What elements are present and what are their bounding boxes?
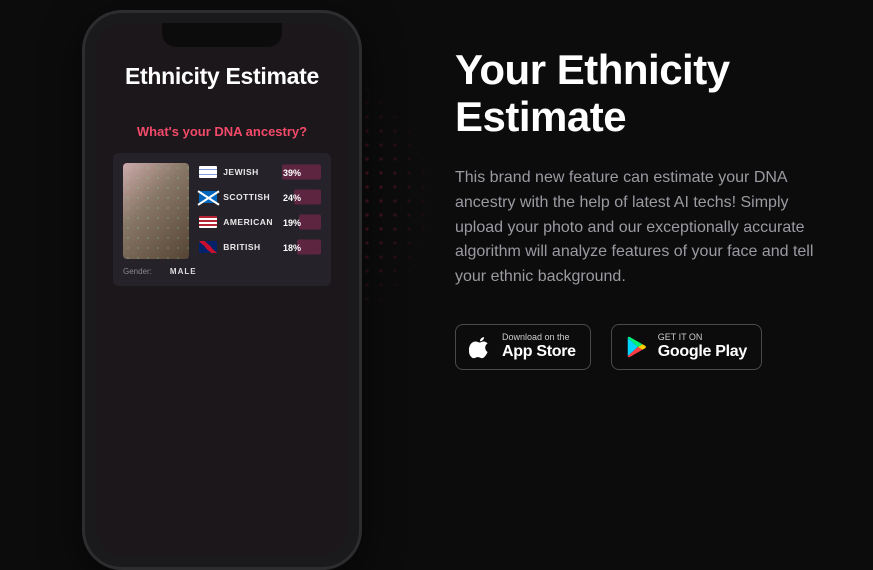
ethnicity-name: BRITISH — [223, 242, 273, 252]
flag-icon — [199, 216, 217, 228]
ethnicity-percent: 39% — [279, 166, 305, 180]
apple-icon — [468, 334, 492, 360]
page-description: This brand new feature can estimate your… — [455, 166, 835, 290]
ethnicity-percent: 18% — [279, 241, 305, 255]
ethnicity-percent: 24% — [279, 191, 305, 205]
google-play-button[interactable]: GET IT ON Google Play — [611, 324, 762, 369]
ethnicity-name: AMERICAN — [223, 217, 273, 227]
flag-icon — [199, 191, 217, 203]
analyzed-photo — [123, 163, 189, 259]
gender-label: Gender: — [123, 267, 152, 276]
screen-subtitle: What's your DNA ancestry? — [113, 124, 331, 139]
screen-title: Ethnicity Estimate — [113, 63, 331, 90]
flag-icon — [199, 166, 217, 178]
ethnicity-name: SCOTTISH — [223, 192, 273, 202]
google-play-small-text: GET IT ON — [658, 333, 747, 343]
phone-mockup: Ethnicity Estimate What's your DNA ances… — [82, 10, 362, 570]
ethnicity-percent: 19% — [279, 216, 305, 230]
app-store-small-text: Download on the — [502, 333, 576, 343]
phone-notch — [162, 23, 282, 47]
ethnicity-row: JEWISH 39% — [199, 163, 321, 181]
gender-value: MALE — [170, 267, 197, 276]
result-card: JEWISH 39% SCOTTISH 24% AMERICAN 19% BRITISH 18… — [113, 153, 331, 286]
ethnicity-row: AMERICAN 19% — [199, 213, 321, 231]
page-headline: Your Ethnicity Estimate — [455, 46, 835, 140]
google-play-icon — [624, 334, 648, 360]
ethnicity-row: SCOTTISH 24% — [199, 188, 321, 206]
app-store-big-text: App Store — [502, 343, 576, 361]
flag-icon — [199, 241, 217, 253]
ethnicity-row: BRITISH 18% — [199, 238, 321, 256]
app-store-button[interactable]: Download on the App Store — [455, 324, 591, 369]
ethnicity-name: JEWISH — [223, 167, 273, 177]
google-play-big-text: Google Play — [658, 343, 747, 361]
